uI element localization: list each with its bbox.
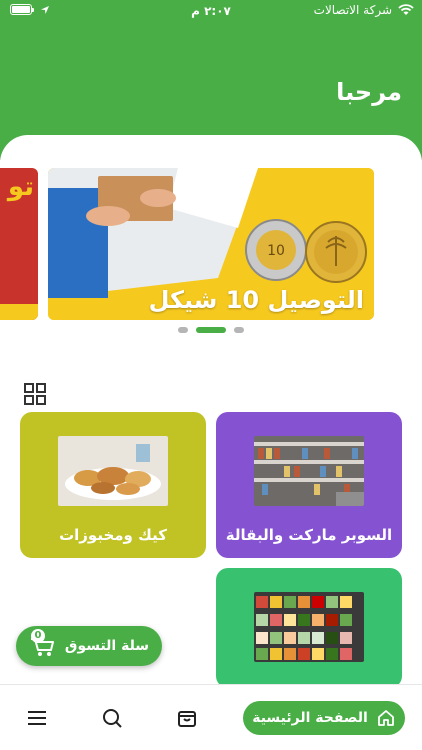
- banner-title: التوصيل 10 شيكل: [148, 286, 364, 314]
- pagination-dot[interactable]: [234, 327, 244, 333]
- bakery-image: [58, 436, 168, 506]
- supermarket-image: [254, 436, 364, 506]
- bottom-navigation: الصفحة الرئيسية: [0, 684, 422, 750]
- home-label: الصفحة الرئيسية: [252, 710, 368, 726]
- carrier-name: شركة الاتصالات: [313, 3, 392, 17]
- home-icon: [377, 710, 394, 726]
- banner-slide-previous[interactable]: تو: [0, 168, 38, 320]
- category-title: السوبر ماركت والبقالة: [225, 526, 393, 544]
- category-title: كيك ومخبوزات: [59, 526, 167, 544]
- search-icon[interactable]: [101, 707, 123, 729]
- grid-view-icon[interactable]: [24, 383, 46, 405]
- category-card-bakery[interactable]: كيك ومخبوزات: [20, 412, 206, 558]
- category-card-vegetables[interactable]: [216, 568, 402, 688]
- carousel-pagination: [178, 327, 244, 333]
- shopping-cart-button[interactable]: سلة التسوق 0: [16, 626, 162, 666]
- pagination-dot-active[interactable]: [196, 327, 226, 333]
- menu-icon[interactable]: [26, 707, 48, 729]
- shopping-cart-label: سلة التسوق: [64, 638, 150, 654]
- banner-previous-text: تو: [7, 172, 34, 202]
- cart-count-badge: 0: [30, 629, 45, 643]
- category-card-supermarket[interactable]: السوبر ماركت والبقالة: [216, 412, 402, 558]
- welcome-title: مرحبا: [336, 78, 402, 106]
- status-bar: ٢:٠٧ م شركة الاتصالات: [0, 0, 422, 22]
- pagination-dot[interactable]: [178, 327, 188, 333]
- bag-icon[interactable]: [176, 707, 198, 729]
- home-button[interactable]: الصفحة الرئيسية: [243, 701, 405, 735]
- banner-slide[interactable]: 10 التوصيل 10 شيكل: [48, 168, 374, 320]
- svg-text:10: 10: [267, 243, 285, 259]
- wifi-icon: [398, 4, 414, 15]
- cart-icon: 0: [29, 629, 55, 657]
- vegetables-image: [254, 592, 364, 662]
